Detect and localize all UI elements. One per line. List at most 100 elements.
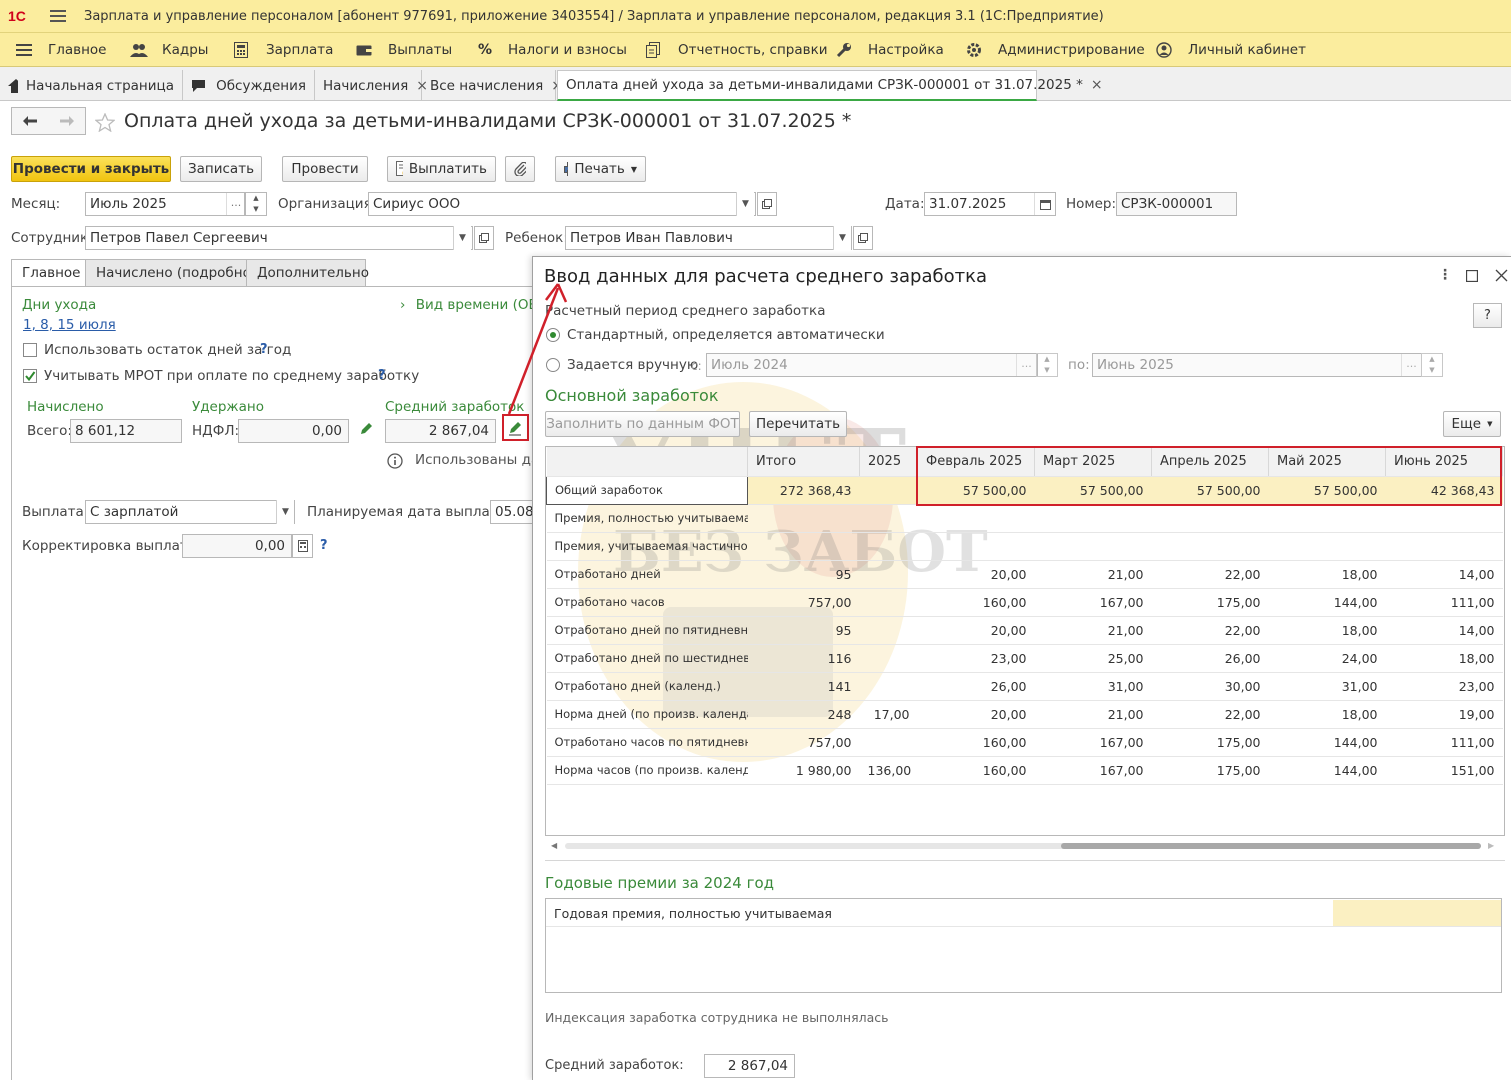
value-cell[interactable]: 175,00 [1151, 756, 1269, 785]
calendar-icon[interactable] [1034, 193, 1055, 215]
use-remainder-checkbox[interactable] [23, 343, 37, 357]
help-icon[interactable]: ? [378, 368, 386, 383]
close-icon[interactable]: × [1091, 77, 1103, 93]
help-icon[interactable]: ? [320, 538, 328, 553]
value-cell[interactable] [1268, 504, 1386, 533]
value-cell[interactable]: 167,00 [1034, 588, 1152, 617]
value-cell[interactable] [859, 728, 918, 757]
more-button[interactable]: Еще ▼ [1443, 411, 1501, 437]
value-cell[interactable]: 14,00 [1385, 616, 1503, 645]
row-label-cell[interactable]: Норма дней (по произв. календарю) [546, 700, 748, 729]
reread-button[interactable]: Перечитать [749, 411, 847, 437]
period-from-field[interactable]: Июль 2024 [706, 353, 1038, 377]
table-row[interactable]: Премия, полностью учитываемая [546, 504, 1503, 533]
value-cell[interactable]: 30,00 [1151, 672, 1269, 701]
value-cell[interactable] [859, 532, 918, 561]
scrollbar-thumb[interactable] [1061, 843, 1481, 849]
value-cell[interactable]: 1 980,00 [747, 756, 860, 785]
value-cell[interactable]: 136,00 [859, 756, 918, 785]
table-row[interactable]: Отработано дней (календ.) 141 26,00 31,00 30… [546, 672, 1503, 701]
section-main[interactable]: Главное [16, 33, 106, 66]
value-cell[interactable]: 167,00 [1034, 728, 1152, 757]
value-cell[interactable] [1151, 532, 1269, 561]
row-label-cell[interactable]: Отработано часов [546, 588, 748, 617]
employee-open-icon[interactable] [474, 226, 494, 250]
value-cell[interactable]: 160,00 [917, 728, 1035, 757]
value-cell[interactable]: 175,00 [1151, 728, 1269, 757]
value-cell[interactable]: 26,00 [1151, 644, 1269, 673]
table-row[interactable]: Отработано часов 757,00 160,00 167,00 175,00… [546, 588, 1503, 617]
value-cell[interactable]: 19,00 [1385, 700, 1503, 729]
value-cell[interactable]: 20,00 [917, 616, 1035, 645]
table-row[interactable]: Годовая премия, полностью учитываемая [546, 899, 1501, 927]
value-cell[interactable]: 31,00 [1268, 672, 1386, 701]
value-cell[interactable]: 18,00 [1268, 700, 1386, 729]
mrot-checkbox[interactable] [23, 369, 37, 383]
value-cell[interactable] [859, 588, 918, 617]
section-settings[interactable]: Настройка [836, 33, 944, 66]
employee-field[interactable]: Петров Павел Сергеевич [85, 226, 473, 250]
value-cell[interactable]: 20,00 [917, 700, 1035, 729]
value-cell[interactable] [1385, 504, 1503, 533]
pay-button[interactable]: Выплатить [387, 156, 496, 182]
dialog-help-button[interactable]: ? [1473, 303, 1502, 328]
value-cell[interactable]: 175,00 [1151, 588, 1269, 617]
value-cell[interactable]: 167,00 [1034, 756, 1152, 785]
value-cell[interactable] [859, 560, 918, 589]
row-label-cell[interactable]: Отработано дней (календ.) [546, 672, 748, 701]
value-cell[interactable]: 160,00 [917, 756, 1035, 785]
bonus-value-cell[interactable] [1333, 900, 1501, 926]
table-row[interactable]: Отработано дней по шестидневно...116 23,0… [546, 644, 1503, 673]
value-cell[interactable] [1034, 532, 1152, 561]
period-to-field[interactable]: Июнь 2025 [1092, 353, 1422, 377]
value-cell[interactable]: 18,00 [1385, 644, 1503, 673]
care-days-link[interactable]: 1, 8, 15 июля [23, 317, 116, 333]
value-cell[interactable] [747, 504, 860, 533]
value-cell[interactable]: 95 [747, 616, 860, 645]
value-cell[interactable]: 95 [747, 560, 860, 589]
column-header[interactable]: Итого [747, 447, 860, 477]
period-from-stepper[interactable]: ▲ ▼ [1036, 353, 1058, 377]
value-cell[interactable] [859, 644, 918, 673]
value-cell[interactable] [1385, 532, 1503, 561]
value-cell[interactable]: 757,00 [747, 728, 860, 757]
table-row[interactable]: Норма часов (по произв. календар...1 980… [546, 756, 1503, 785]
more-vertical-icon[interactable]: ⋮ [1438, 267, 1452, 283]
child-dropdown-icon[interactable]: ▼ [833, 226, 851, 250]
scroll-left-icon[interactable]: ◀ [551, 841, 557, 850]
value-cell[interactable]: 26,00 [917, 672, 1035, 701]
maximize-icon[interactable] [1466, 270, 1478, 282]
value-cell[interactable]: 144,00 [1268, 588, 1386, 617]
organization-dropdown-icon[interactable]: ▼ [736, 192, 754, 216]
post-button[interactable]: Провести [282, 156, 368, 182]
child-field[interactable]: Петров Иван Павлович [565, 226, 852, 250]
value-cell[interactable]: 144,00 [1268, 728, 1386, 757]
section-hr[interactable]: Кадры [130, 33, 208, 66]
value-cell[interactable] [747, 532, 860, 561]
row-label-cell[interactable]: Премия, учитываемая частично [546, 532, 748, 561]
tab-home[interactable]: Начальная страница [0, 70, 183, 101]
correction-field[interactable]: 0,00 [182, 534, 292, 558]
value-cell[interactable] [1151, 504, 1269, 533]
section-cabinet[interactable]: Личный кабинет [1156, 33, 1306, 66]
period-to-select[interactable]: ... [1401, 354, 1421, 376]
help-icon[interactable]: ? [260, 342, 268, 357]
value-cell[interactable] [917, 504, 1035, 533]
back-button[interactable] [11, 107, 49, 135]
tab-accruals[interactable]: Начисления × [315, 70, 428, 101]
column-header[interactable] [546, 447, 748, 477]
row-label-cell[interactable]: Отработано дней по шестидневно... [546, 644, 748, 673]
value-cell[interactable]: 151,00 [1385, 756, 1503, 785]
value-cell[interactable] [859, 476, 918, 505]
value-cell[interactable]: 22,00 [1151, 560, 1269, 589]
payout-dropdown-icon[interactable]: ▼ [276, 500, 294, 524]
value-cell[interactable] [1268, 532, 1386, 561]
value-cell[interactable] [859, 672, 918, 701]
month-stepper[interactable]: ▲ ▼ [245, 192, 267, 216]
edit-ndfl-pencil-icon[interactable] [358, 421, 374, 437]
table-row[interactable]: Отработано дней 95 20,00 21,00 22,00 18,00 14,… [546, 560, 1503, 589]
value-cell[interactable]: 21,00 [1034, 700, 1152, 729]
value-cell[interactable]: 20,00 [917, 560, 1035, 589]
value-cell[interactable]: 31,00 [1034, 672, 1152, 701]
value-cell[interactable]: 757,00 [747, 588, 860, 617]
